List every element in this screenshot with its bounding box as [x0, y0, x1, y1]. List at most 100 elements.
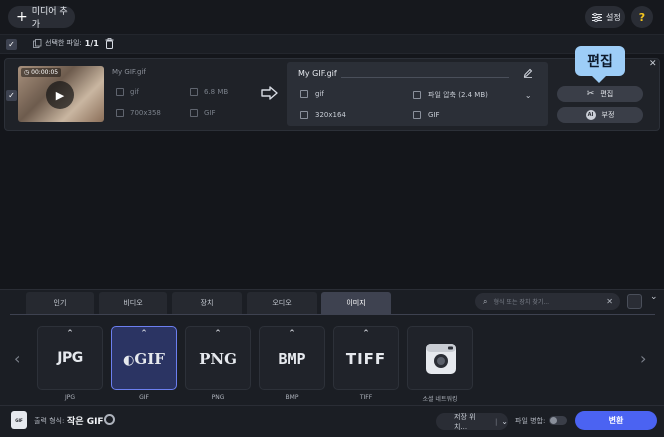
format-search-input[interactable]: ⌕ 형식 또는 장치 찾기... ✕ [475, 293, 620, 310]
search-placeholder: 형식 또는 장치 찾기... [493, 299, 550, 306]
chevron-up-icon: ⌃ [288, 329, 296, 339]
scroll-left-icon[interactable]: ‹ [14, 349, 20, 368]
top-toolbar [0, 0, 664, 34]
scissors-icon: ✂ [586, 89, 595, 99]
video-thumbnail[interactable]: ◷ 00:00:05 ▶ [18, 66, 104, 122]
source-format-info: gif [116, 88, 139, 96]
output-format-value[interactable]: 작은 GIF [67, 414, 104, 427]
source-resolution: 700x358 [130, 109, 161, 117]
ai-label: 부정 [601, 111, 615, 119]
gif-swirl-icon: ◐ [123, 353, 135, 368]
preset-tiff[interactable]: ⌃ TIFF [333, 326, 399, 390]
edit-button[interactable]: ✂ 편집 [557, 86, 643, 102]
settings-label: 설정 [606, 12, 621, 22]
output-size-dropdown[interactable]: 파일 압축 (2.4 MB) ⌄ [413, 90, 532, 100]
tab-audio[interactable]: 오디오 [247, 292, 317, 314]
tab-devices[interactable]: 장치 [172, 292, 242, 314]
search-icon: ⌕ [483, 296, 488, 306]
output-format-icon: GIF [11, 411, 27, 429]
preset-jpg[interactable]: ⌃ JPG [37, 326, 103, 390]
source-file-name: My GIF.gif [112, 68, 146, 76]
settings-button[interactable]: 설정 [585, 6, 625, 28]
tab-images[interactable]: 이미지 [321, 292, 391, 314]
play-icon[interactable]: ▶ [46, 81, 74, 109]
gear-icon[interactable] [104, 414, 115, 425]
output-name-underline [341, 77, 509, 78]
bmp-logo: BMP [278, 350, 306, 368]
chevron-up-icon: ⌃ [140, 329, 148, 339]
merge-files-label: 파일 병합: [515, 417, 546, 425]
preset-png[interactable]: ⌃ PNG [185, 326, 251, 390]
source-resolution-info: 700x358 [116, 109, 161, 117]
tiff-logo: TIFF [345, 350, 387, 368]
output-codec-info: GIF [413, 111, 440, 119]
film-icon [190, 109, 198, 117]
preset-label-gif: GIF [139, 394, 149, 401]
chevron-down-icon: ⌄ [501, 417, 508, 426]
output-file-name[interactable]: My GIF.gif [298, 69, 337, 78]
edit-tooltip: 편집 [575, 46, 625, 76]
duration-badge: ◷ 00:00:05 [21, 68, 62, 77]
clock-icon: ◷ [24, 69, 30, 76]
source-size: 6.8 MB [204, 88, 229, 96]
tooltip-tail [592, 76, 606, 83]
clear-search-icon[interactable]: ✕ [606, 297, 613, 306]
convert-arrow-icon [261, 86, 278, 100]
source-codec-info: GIF [190, 109, 216, 117]
chevron-up-icon: ⌃ [362, 329, 370, 339]
collapse-panel-icon[interactable]: ⌄ [650, 292, 658, 302]
preset-gif[interactable]: ⌃ ◐GIF [111, 326, 177, 390]
files-icon [33, 38, 42, 48]
jpg-logo: JPG [57, 350, 83, 366]
output-format: gif [315, 90, 324, 98]
select-all-checkbox[interactable]: ✓ [6, 39, 17, 50]
film-icon [413, 111, 421, 119]
file-type-icon [116, 88, 124, 96]
add-media-button[interactable]: + 미디어 추가 [8, 6, 75, 30]
convert-button[interactable]: 변환 [575, 411, 657, 430]
preset-label-bmp: BMP [285, 394, 299, 401]
resize-icon [300, 111, 308, 119]
pencil-icon[interactable] [523, 68, 533, 78]
ai-badge-icon: AI [585, 110, 596, 120]
resize-icon [116, 109, 124, 117]
scroll-right-icon[interactable]: › [640, 349, 646, 368]
tab-video[interactable]: 비디오 [99, 292, 167, 314]
custom-format-button[interactable] [627, 294, 642, 309]
png-logo: PNG [199, 350, 237, 368]
save-to-label: 저장 위치... [454, 412, 476, 431]
edit-label: 편집 [600, 90, 614, 98]
preset-label-social: 소셜 네트워킹 [422, 396, 458, 403]
output-format-label: 출력 형식: [34, 417, 65, 425]
output-format-info: gif [300, 90, 324, 98]
output-size: 파일 압축 (2.4 MB) [428, 91, 488, 99]
camera-icon [426, 344, 456, 374]
chevron-up-icon: ⌃ [214, 329, 222, 339]
selection-info: 선택한 파일: 1/1 [33, 38, 99, 48]
divider: | [494, 417, 498, 426]
selection-count: 1/1 [84, 38, 99, 48]
duration-text: 00:00:05 [31, 69, 59, 76]
gif-logo: ◐GIF [123, 350, 165, 368]
selection-bar [0, 34, 664, 54]
preset-bmp[interactable]: ⌃ BMP [259, 326, 325, 390]
file-checkbox[interactable]: ✓ [6, 90, 17, 101]
footer-divider [0, 405, 664, 406]
merge-files-toggle[interactable] [549, 416, 567, 425]
plus-icon: + [16, 9, 28, 25]
preset-social[interactable] [407, 326, 473, 390]
ai-enhance-button[interactable]: AI 부정 [557, 107, 643, 123]
trash-icon[interactable] [105, 38, 114, 49]
preset-label-jpg: JPG [64, 394, 76, 401]
compress-icon [413, 91, 421, 99]
close-icon[interactable]: ✕ [649, 59, 657, 69]
save-icon [190, 88, 198, 96]
settings-sliders-icon [592, 12, 602, 22]
save-to-dropdown[interactable]: 저장 위치... | ⌄ [436, 412, 508, 431]
source-codec: GIF [204, 109, 216, 117]
tab-popular[interactable]: 인기 [26, 292, 94, 314]
output-codec: GIF [428, 111, 440, 119]
help-button[interactable]: ? [631, 6, 653, 28]
preset-label-tiff: TIFF [359, 394, 373, 401]
add-media-label: 미디어 추가 [31, 7, 68, 30]
